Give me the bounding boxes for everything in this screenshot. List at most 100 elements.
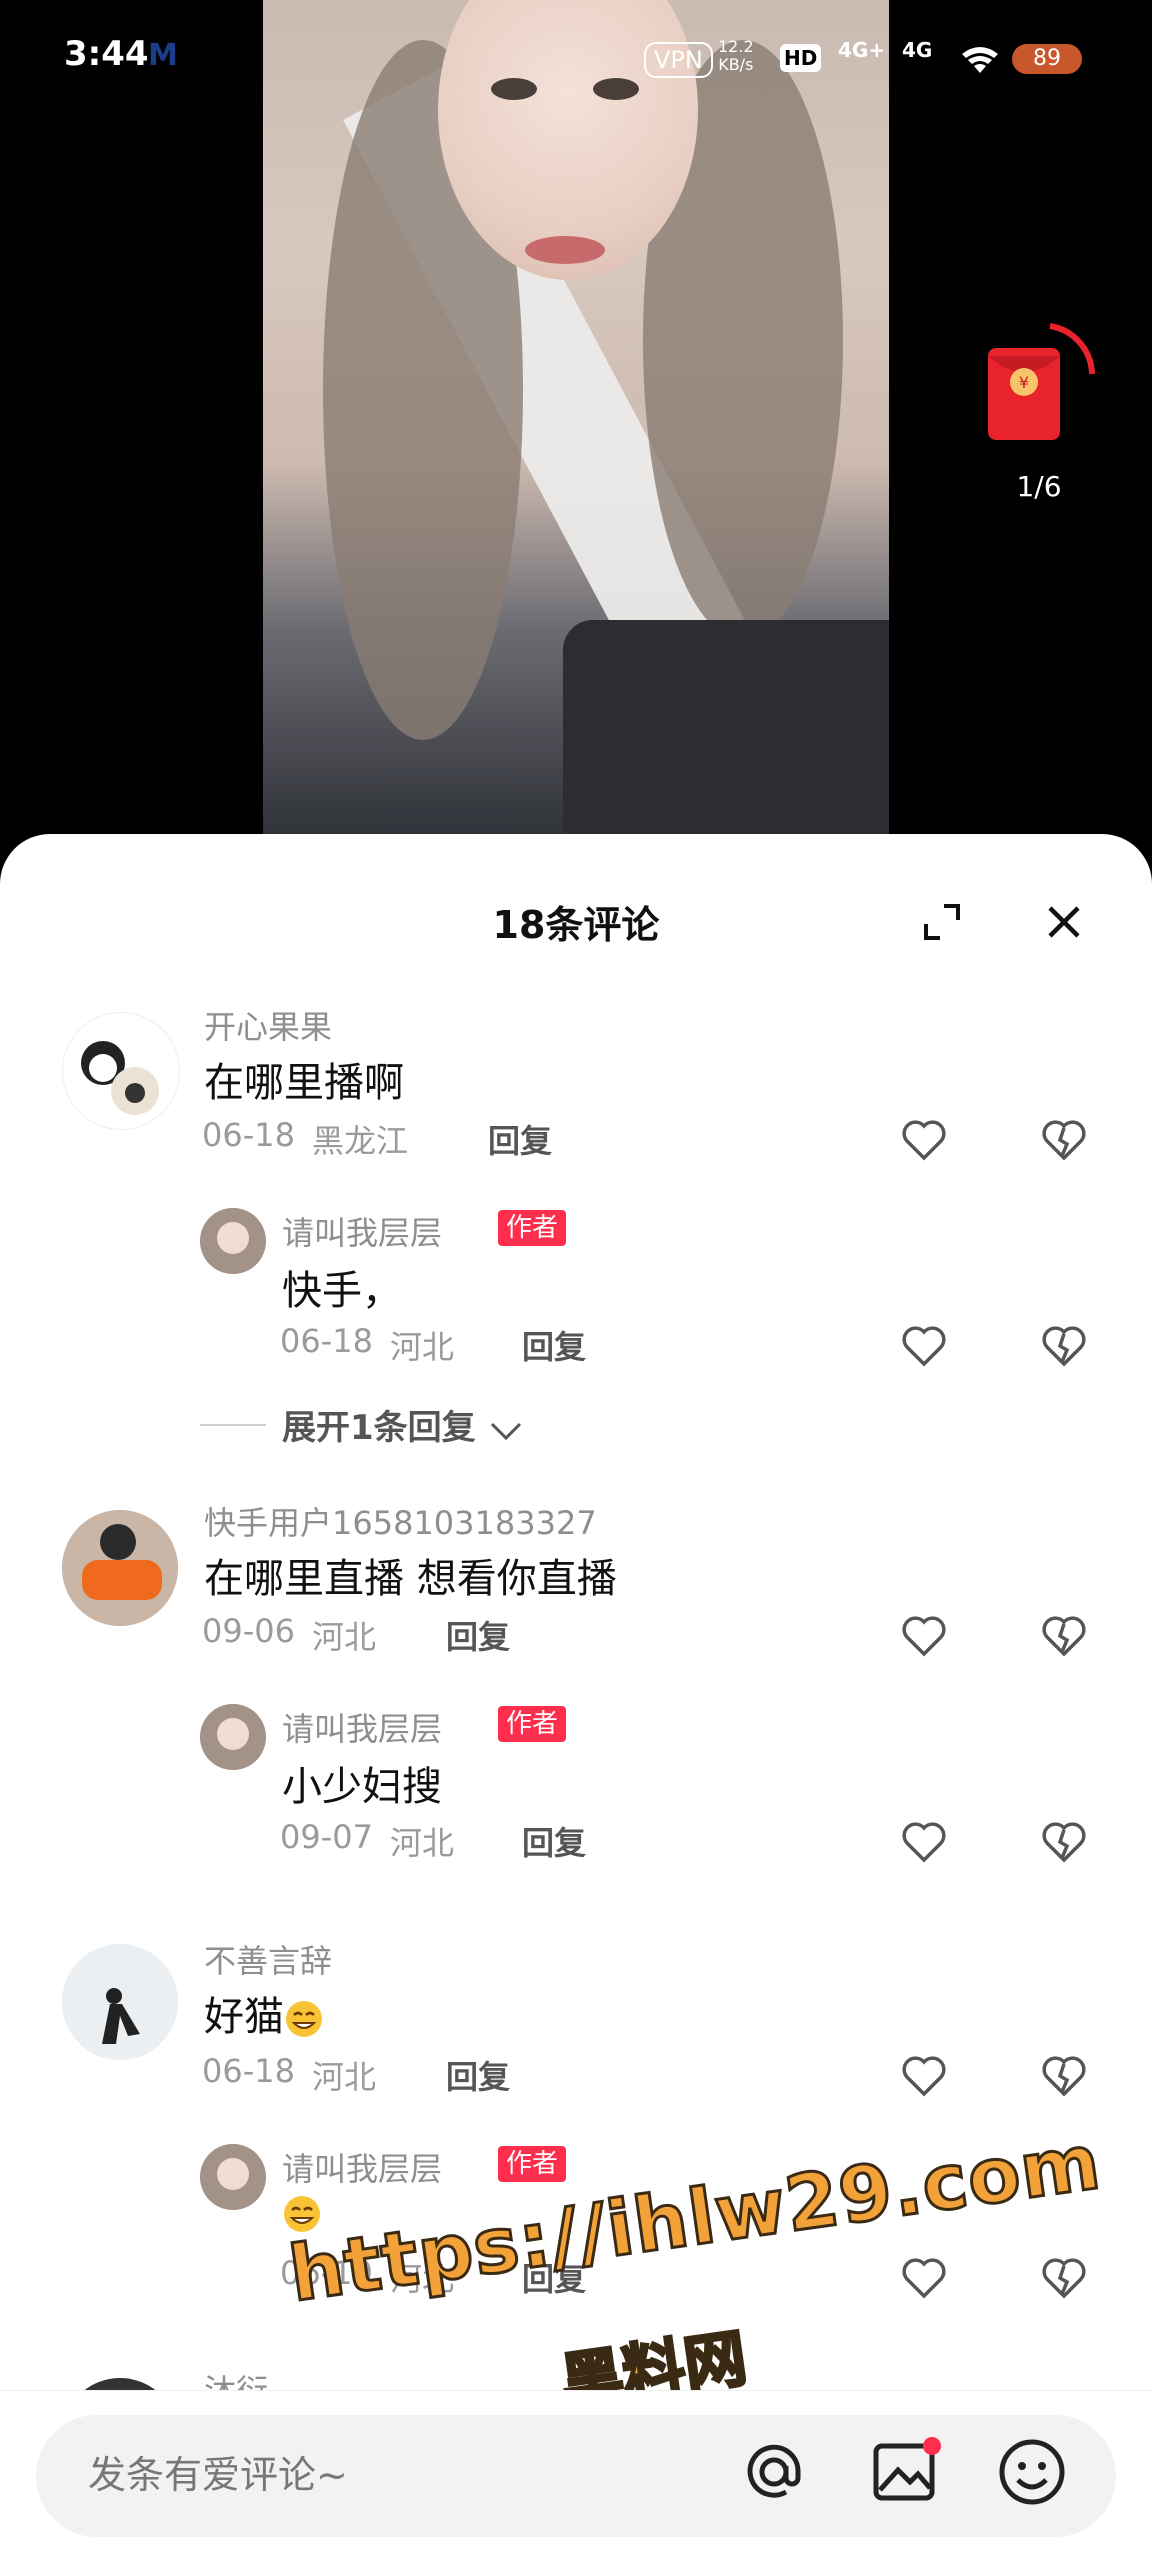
- dislike-heart-icon: [1042, 2258, 1086, 2299]
- reply-text: 快手，: [282, 1268, 402, 1314]
- like-button[interactable]: [900, 2254, 948, 2302]
- reply-username[interactable]: 请叫我层层: [282, 2144, 442, 2190]
- heart-icon: [902, 1326, 946, 1367]
- comments-title: 18条评论: [492, 903, 660, 947]
- comment-date: 06-18: [202, 2052, 295, 2090]
- dislike-button[interactable]: [1040, 2254, 1088, 2302]
- red-packet-count: 1/6: [1016, 470, 1062, 503]
- mention-button[interactable]: [738, 2436, 810, 2508]
- dislike-heart-icon: [1042, 2056, 1086, 2097]
- heart-icon: [902, 1120, 946, 1161]
- signal-sim2: 4G: [902, 38, 933, 62]
- network-speed: 12.2 KB/s: [718, 38, 754, 74]
- dislike-button[interactable]: [1040, 1322, 1088, 1370]
- comment-location: 河北: [312, 2058, 377, 2096]
- comment-text: 在哪里直播 想看你直播: [204, 1556, 617, 1602]
- dislike-button[interactable]: [1040, 1818, 1088, 1866]
- status-app-icon: M: [148, 38, 178, 73]
- avatar-author-image: [200, 1704, 266, 1770]
- dislike-heart-icon: [1042, 1616, 1086, 1657]
- chevron-down-icon: [490, 1422, 521, 1440]
- expand-replies-divider: [200, 1424, 266, 1426]
- emoji-icon: [999, 2439, 1065, 2505]
- reply-button[interactable]: 回复: [446, 1612, 510, 1658]
- video-shirt: [563, 620, 889, 840]
- avatar-author-image: [200, 2144, 266, 2210]
- image-button[interactable]: [870, 2436, 942, 2508]
- status-time: 3:44: [64, 34, 149, 74]
- reply-username[interactable]: 请叫我层层: [282, 1704, 442, 1750]
- dislike-heart-icon: [1042, 1326, 1086, 1367]
- comment-username[interactable]: 不善言辞: [204, 1936, 332, 1982]
- image-icon: [873, 2437, 941, 2501]
- reply-button[interactable]: 回复: [446, 2052, 510, 2098]
- at-icon: [747, 2444, 801, 2498]
- comment-username[interactable]: 快手用户1658103183327: [204, 1498, 597, 1544]
- avatar-user-photo: [62, 1510, 178, 1626]
- dislike-button[interactable]: [1040, 1612, 1088, 1660]
- reply-button[interactable]: 回复: [522, 1818, 586, 1864]
- close-icon: [1048, 906, 1080, 938]
- reply-button[interactable]: 回复: [488, 1116, 552, 1162]
- close-button[interactable]: [1042, 900, 1086, 944]
- status-bar: 3:44 M VPN 12.2 KB/s HD 4G+ 4G 89: [0, 0, 1152, 120]
- like-button[interactable]: [900, 1116, 948, 1164]
- red-packet-icon: ¥: [988, 323, 1095, 440]
- svg-text:¥: ¥: [1019, 373, 1029, 392]
- reply-username[interactable]: 请叫我层层: [282, 1208, 442, 1254]
- avatar[interactable]: [200, 1704, 266, 1770]
- dislike-button[interactable]: [1040, 1116, 1088, 1164]
- network-speed-value: 12.2: [718, 37, 754, 56]
- reply-button[interactable]: 回复: [522, 1322, 586, 1368]
- comment-text: 好猫: [204, 1984, 324, 2042]
- reply-location: 河北: [390, 1824, 455, 1862]
- battery-indicator: 89: [1012, 44, 1082, 74]
- dislike-heart-icon: [1042, 1120, 1086, 1161]
- author-badge: 作者: [498, 1706, 567, 1742]
- avatar[interactable]: [62, 1944, 178, 2060]
- comment-location: 黑龙江: [312, 1122, 409, 1160]
- heart-icon: [902, 1616, 946, 1657]
- like-button[interactable]: [900, 1322, 948, 1370]
- signal-sim1: 4G+: [838, 38, 886, 62]
- comment-input-placeholder[interactable]: 发条有爱评论~: [88, 2444, 348, 2499]
- video-frame: [263, 0, 889, 840]
- grin-emoji-icon: [284, 1999, 324, 2039]
- comment-date: 06-18: [202, 1116, 295, 1154]
- like-button[interactable]: [900, 1612, 948, 1660]
- heart-icon: [902, 2056, 946, 2097]
- reply-location: 河北: [390, 1328, 455, 1366]
- expand-icon: [924, 904, 960, 940]
- avatar-author-image: [200, 1208, 266, 1274]
- reply-date: 09-07: [280, 1818, 373, 1856]
- reply-date: 06-18: [280, 1322, 373, 1360]
- hd-badge: HD: [780, 44, 822, 72]
- avatar-silhouette-image: [62, 1944, 178, 2060]
- like-button[interactable]: [900, 2052, 948, 2100]
- avatar[interactable]: [200, 2144, 266, 2210]
- reply-text: 小少妇搜: [282, 1764, 442, 1810]
- network-speed-unit: KB/s: [718, 55, 754, 74]
- like-button[interactable]: [900, 1818, 948, 1866]
- comment-text-content: 好猫: [204, 1994, 284, 2040]
- comment-location: 河北: [312, 1618, 377, 1656]
- dislike-heart-icon: [1042, 1822, 1086, 1863]
- vpn-badge: VPN: [644, 42, 713, 78]
- dislike-button[interactable]: [1040, 2052, 1088, 2100]
- heart-icon: [902, 2258, 946, 2299]
- avatar-dogs-image: [81, 1041, 159, 1115]
- expand-replies-label: 展开1条回复: [282, 1408, 476, 1448]
- video-lips: [525, 236, 605, 264]
- avatar[interactable]: [62, 1012, 180, 1130]
- emoji-button[interactable]: [996, 2436, 1068, 2508]
- comment-date: 09-06: [202, 1612, 295, 1650]
- comment-username[interactable]: 开心果果: [204, 1002, 332, 1048]
- author-badge: 作者: [498, 1210, 567, 1246]
- author-badge: 作者: [498, 2146, 567, 2182]
- avatar[interactable]: [200, 1208, 266, 1274]
- expand-replies-button[interactable]: 展开1条回复: [282, 1400, 524, 1449]
- red-packet-button[interactable]: ¥: [980, 318, 1100, 468]
- avatar[interactable]: [62, 1510, 178, 1626]
- expand-button[interactable]: [920, 900, 964, 944]
- comment-text: 在哪里播啊: [204, 1060, 404, 1106]
